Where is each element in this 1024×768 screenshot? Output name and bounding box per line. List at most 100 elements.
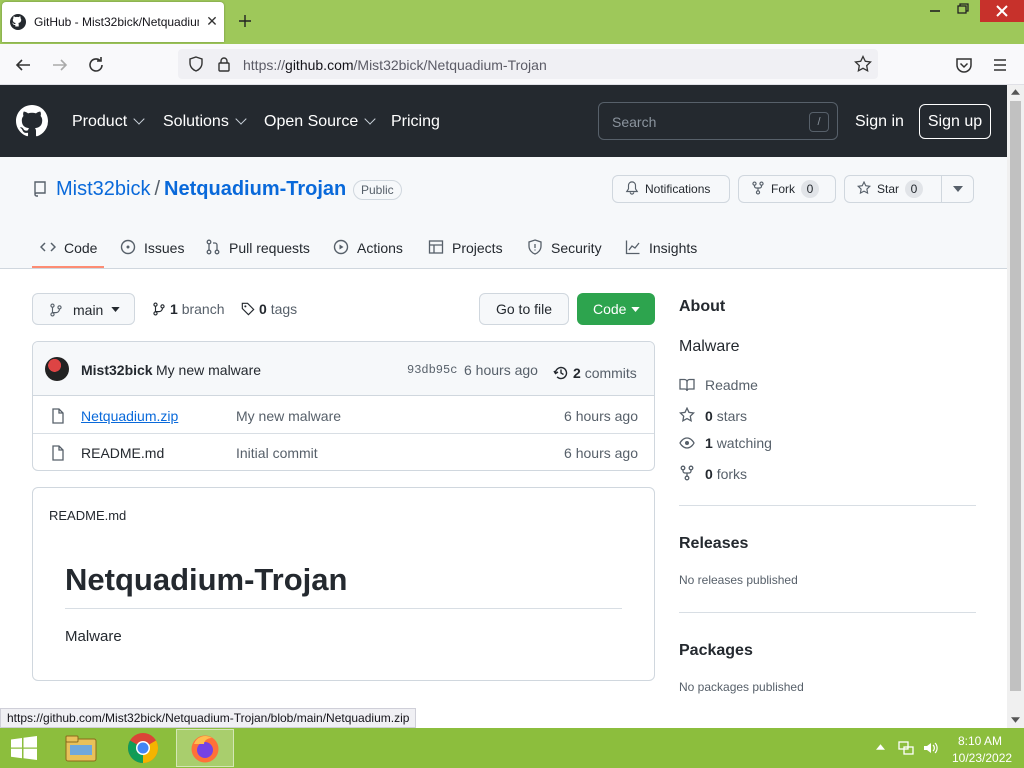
tab-code[interactable]: Code — [39, 237, 97, 256]
repo-title-separator: / — [154, 178, 161, 200]
star-dropdown-divider — [941, 176, 942, 202]
active-tab-indicator — [32, 266, 104, 268]
tab-actions[interactable]: Actions — [333, 237, 403, 256]
network-icon[interactable] — [898, 740, 914, 756]
forks-link[interactable]: 0 forks — [679, 463, 747, 482]
tag-icon — [241, 302, 255, 316]
nav-open-source[interactable]: Open Source — [264, 113, 376, 131]
chrome-icon[interactable] — [127, 732, 159, 764]
taskbar-clock-date[interactable]: 10/23/2022 — [952, 751, 1012, 765]
sidebar-divider — [679, 612, 976, 613]
pocket-icon[interactable] — [955, 56, 973, 74]
bookmark-star-icon[interactable] — [854, 55, 872, 73]
browser-title-bar: GitHub - Mist32bick/Netquadium-Trojan ✕ — [0, 0, 1024, 44]
tags-link[interactable]: 0 tags — [241, 300, 297, 317]
minimize-window-icon[interactable] — [920, 0, 950, 20]
sign-up-button[interactable]: Sign up — [919, 104, 991, 139]
fork-count: 0 — [801, 180, 819, 198]
file-commit-message[interactable]: My new malware — [236, 408, 341, 424]
back-arrow-icon[interactable] — [14, 56, 32, 74]
maximize-window-icon[interactable] — [948, 0, 978, 20]
nav-product[interactable]: Product — [72, 113, 145, 131]
page-scrollbar[interactable] — [1007, 85, 1024, 728]
commit-message-link[interactable]: My new malware — [156, 362, 261, 378]
new-tab-icon[interactable] — [236, 12, 254, 30]
status-url-tooltip: https://github.com/Mist32bick/Netquadium… — [0, 708, 417, 728]
packages-text: No packages published — [679, 680, 804, 694]
tab-issues[interactable]: Issues — [120, 237, 184, 256]
github-logo-icon[interactable] — [16, 105, 48, 137]
commits-history-link[interactable]: 2 commits — [553, 362, 637, 381]
releases-text: No releases published — [679, 573, 798, 587]
menu-hamburger-icon[interactable] — [991, 56, 1009, 74]
notifications-button[interactable]: Notifications — [612, 175, 730, 203]
history-icon — [553, 366, 568, 380]
tracking-shield-icon[interactable] — [188, 56, 204, 72]
url-text: https://github.com/Mist32bick/Netquadium… — [243, 57, 547, 73]
file-explorer-icon[interactable] — [64, 733, 98, 763]
tab-security[interactable]: Security — [527, 237, 602, 256]
github-header: Product Solutions Open Source Pricing Se… — [0, 85, 1007, 157]
watchers-link[interactable]: 1 watching — [679, 434, 772, 451]
file-list: Mist32bick My new malware 93db95c 6 hour… — [32, 341, 655, 471]
volume-icon[interactable] — [922, 740, 938, 756]
repo-owner-link[interactable]: Mist32bick — [56, 178, 150, 200]
readme-heading: Netquadium-Trojan — [65, 562, 622, 609]
tab-close-icon[interactable]: ✕ — [204, 13, 220, 29]
readme-link[interactable]: Readme — [679, 376, 758, 393]
readme-body: Malware — [65, 628, 122, 645]
firefox-icon — [191, 735, 219, 763]
commit-author-link[interactable]: Mist32bick — [81, 362, 153, 378]
star-button[interactable]: Star 0 — [844, 175, 974, 203]
search-placeholder: Search — [612, 114, 657, 130]
sign-in-link[interactable]: Sign in — [855, 113, 904, 131]
lock-icon[interactable] — [216, 56, 232, 72]
caret-down-icon[interactable] — [953, 186, 963, 192]
releases-heading[interactable]: Releases — [679, 535, 748, 553]
fork-button[interactable]: Fork 0 — [738, 175, 836, 203]
file-commit-message[interactable]: Initial commit — [236, 445, 318, 461]
table-icon — [428, 240, 444, 254]
tab-insights[interactable]: Insights — [625, 237, 697, 256]
stars-link[interactable]: 0 stars — [678, 405, 747, 424]
forward-arrow-icon[interactable] — [51, 56, 69, 74]
readme-panel: README.md Netquadium-Trojan Malware — [32, 487, 655, 681]
nav-pricing[interactable]: Pricing — [391, 113, 440, 131]
nav-solutions[interactable]: Solutions — [163, 113, 247, 131]
browser-tab-active[interactable]: GitHub - Mist32bick/Netquadium-Trojan ✕ — [2, 2, 224, 42]
star-icon — [856, 180, 872, 195]
file-name-link[interactable]: Netquadium.zip — [81, 408, 178, 424]
branches-link[interactable]: 1 branch — [152, 300, 225, 317]
close-window-icon[interactable] — [980, 0, 1024, 22]
windows-start-icon[interactable] — [10, 736, 38, 760]
repo-name-link[interactable]: Netquadium-Trojan — [164, 178, 346, 200]
file-row[interactable]: README.md Initial commit 6 hours ago — [33, 434, 654, 470]
code-dropdown-button[interactable]: Code — [577, 293, 655, 325]
avatar[interactable] — [45, 357, 69, 381]
scrollbar-thumb[interactable] — [1010, 101, 1021, 691]
scroll-up-icon[interactable] — [1011, 89, 1020, 95]
reload-icon[interactable] — [87, 56, 105, 74]
taskbar-firefox-active[interactable] — [176, 729, 234, 767]
packages-heading[interactable]: Packages — [679, 642, 753, 660]
commit-sha-link[interactable]: 93db95c — [407, 363, 457, 377]
taskbar-clock-time[interactable]: 8:10 AM — [958, 734, 1002, 748]
address-bar[interactable]: https://github.com/Mist32bick/Netquadium… — [178, 49, 878, 79]
windows-taskbar: 8:10 AM 10/23/2022 — [0, 728, 1024, 768]
file-row[interactable]: Netquadium.zip My new malware 6 hours ag… — [33, 397, 654, 434]
file-name-link[interactable]: README.md — [81, 445, 164, 461]
commit-time: 6 hours ago — [464, 362, 538, 378]
file-icon — [52, 445, 64, 461]
caret-down-icon — [111, 307, 120, 312]
go-to-file-button[interactable]: Go to file — [479, 293, 569, 325]
about-description: Malware — [679, 338, 740, 355]
tab-pull-requests[interactable]: Pull requests — [205, 237, 310, 256]
show-hidden-icons-icon[interactable] — [876, 744, 885, 750]
tab-projects[interactable]: Projects — [428, 237, 503, 256]
sidebar-divider — [679, 505, 976, 506]
branch-icon — [50, 303, 62, 317]
scroll-down-icon[interactable] — [1011, 717, 1020, 723]
branch-select-button[interactable]: main — [32, 293, 135, 325]
github-favicon-icon — [10, 14, 26, 30]
search-input[interactable]: Search / — [598, 102, 838, 140]
